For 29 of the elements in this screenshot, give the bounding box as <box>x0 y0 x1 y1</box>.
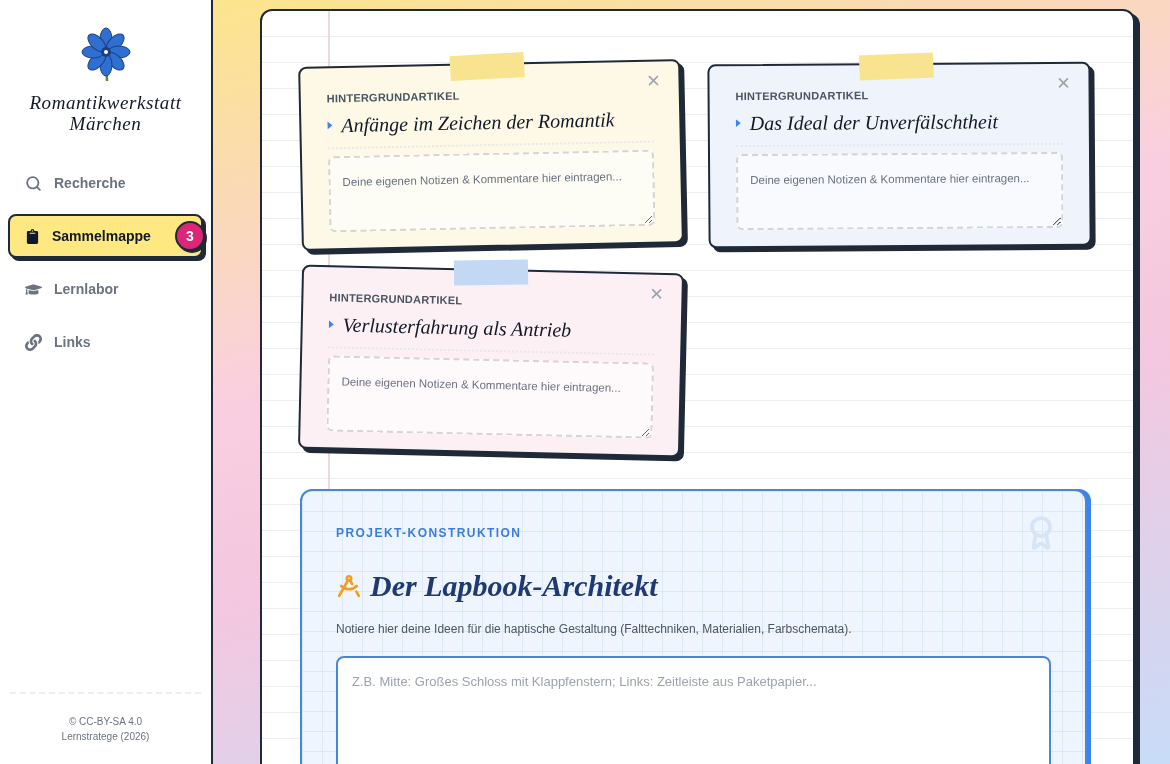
card-title: Anfänge im Zeichen der Romantik <box>341 106 615 138</box>
footer-text: © CC-BY-SA 4.0 <box>68 715 143 729</box>
caret-icon <box>327 120 333 129</box>
clipboard-icon <box>25 228 40 244</box>
notes-field[interactable]: Deine eigenen Notizen & Kommentare hier eintragen... <box>736 151 1064 230</box>
flower-logo <box>79 26 132 82</box>
sidebar-nav-item[interactable]: Links <box>8 320 203 364</box>
section-eyebrow: PROJEKT-KONSTRUKTION <box>336 525 522 542</box>
link-icon <box>25 333 42 351</box>
search-icon <box>25 174 42 192</box>
caret-icon <box>735 118 741 127</box>
project-description: Notiere hier deine Ideen für die haptische Gestaltung (Falttechniken, Materialien, Farbschemata). <box>336 621 853 638</box>
sidebar-nav-item[interactable]: Lernlabor <box>8 267 203 311</box>
footer-text: Lernstratege (2026) <box>61 730 150 744</box>
card-category: HINTERGRUNDARTIKEL <box>326 88 460 107</box>
sidebar-nav-item[interactable]: Sammelmappe 3 <box>8 214 203 258</box>
caret-icon <box>328 319 334 328</box>
notes-field[interactable]: Deine eigenen Notizen & Kommentare hier eintragen... <box>328 149 656 232</box>
notes-field[interactable]: Deine eigenen Notizen & Kommentare hier eintragen... <box>326 354 654 438</box>
card-category: HINTERGRUNDARTIKEL <box>735 88 869 105</box>
compass-icon <box>336 572 362 599</box>
sidebar-nav-item[interactable]: Recherche <box>8 161 203 205</box>
count-badge: 3 <box>175 221 205 251</box>
ideas-field[interactable]: Z.B. Mitte: Großes Schloss mit Klappfenstern; Links: Zeitleiste aus Paketpapier... <box>336 656 1051 764</box>
card-category: HINTERGRUNDARTIKEL <box>329 289 463 308</box>
card-title: Verlusterfahrung als Antrieb <box>342 311 572 342</box>
project-title: Der Lapbook-Architekt <box>370 568 658 604</box>
app-title: Romantikwerkstatt Märchen <box>28 92 183 134</box>
card-title: Das Ideal der Unverfälschtheit <box>749 108 999 136</box>
